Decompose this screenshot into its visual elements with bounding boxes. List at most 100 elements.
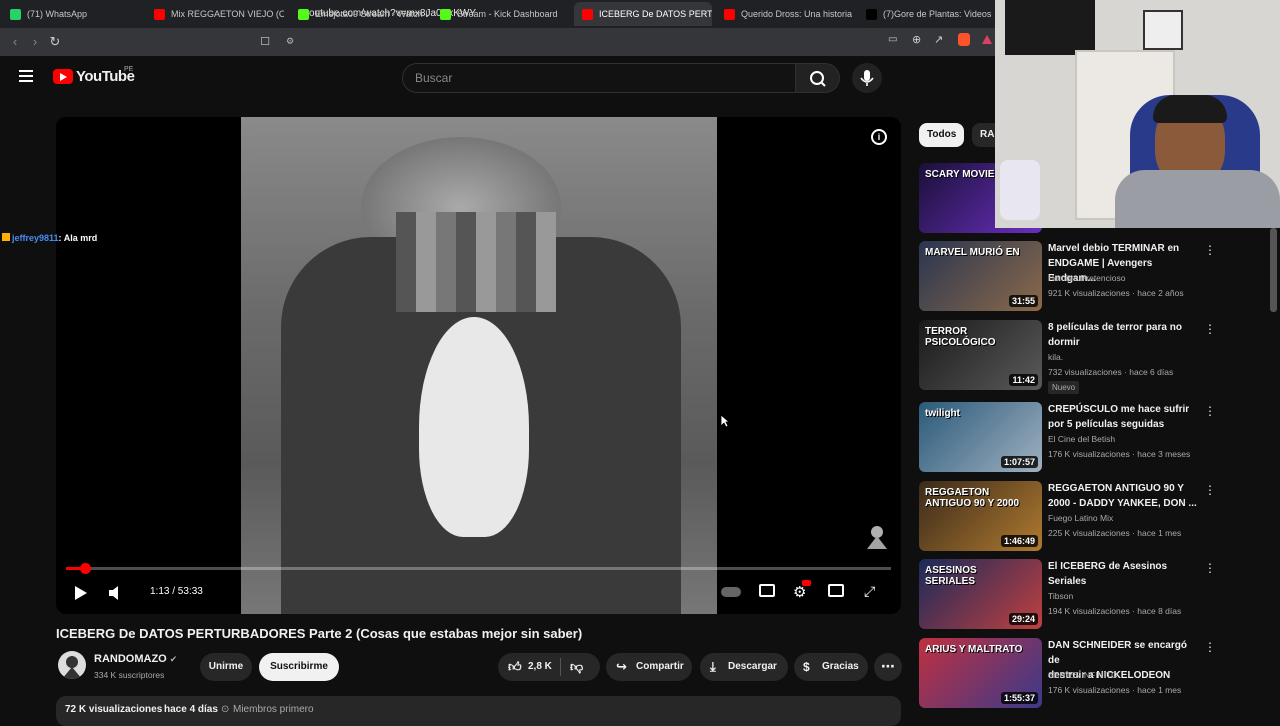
related-video[interactable]: TERROR PSICOLÓGICO 11:42 8 películas de te… (919, 320, 1219, 394)
menu-icon[interactable] (19, 70, 33, 82)
related-channel-name[interactable]: Tibson (1048, 591, 1073, 601)
related-channel-name[interactable]: kila. (1048, 352, 1063, 362)
more-options-icon[interactable]: ⋮ (1204, 322, 1216, 336)
reload-icon[interactable]: ↻ (46, 33, 64, 51)
back-icon[interactable]: ‹ (6, 33, 24, 51)
channel-text: Fuego Latino Mix (1048, 513, 1114, 523)
more-options-icon[interactable]: ⋮ (1204, 561, 1216, 575)
channel-avatar[interactable] (58, 651, 86, 679)
autoplay-toggle[interactable] (721, 587, 741, 597)
related-video[interactable]: ARIUS Y MALTRATO 1:55:37 DAN SCHNEIDER se … (919, 638, 1219, 712)
chicken (419, 317, 529, 537)
browser-tab[interactable]: Stream - Kick Dashboard (432, 2, 570, 26)
browser-tab[interactable]: (71) WhatsApp (2, 2, 140, 26)
channel-watermark[interactable] (864, 522, 890, 550)
like-dislike-group: 👍︎ 2,8 K 👎︎ (498, 653, 600, 681)
title-line: CREPÚSCULO me hace sufrir (1048, 404, 1190, 415)
progress-bar[interactable] (66, 563, 891, 574)
video-thumbnail[interactable]: ARIUS Y MALTRATO 1:55:37 (919, 638, 1042, 708)
chat-badge-icon (2, 233, 10, 241)
video-thumbnail[interactable]: REGGAETON ANTIGUO 90 Y 2000 1:46:49 (919, 481, 1042, 551)
voice-search-button[interactable] (852, 63, 882, 93)
video-thumbnail[interactable]: TERROR PSICOLÓGICO 11:42 (919, 320, 1042, 390)
video-thumbnail[interactable]: MARVEL MURIÓ EN 31:55 (919, 241, 1042, 311)
description-box[interactable]: 72 K visualizaciones hace 4 días ⊙ Miemb… (56, 696, 901, 726)
browser-tab[interactable]: Querido Dross: Una historia de (716, 2, 854, 26)
more-options-icon[interactable]: ⋮ (1204, 483, 1216, 497)
thanks-button[interactable]: $ Gracias (794, 653, 868, 681)
screen-cast-icon[interactable]: ▭ (888, 34, 897, 45)
search-input[interactable]: Buscar (402, 63, 796, 93)
brave-shield-icon[interactable] (958, 33, 970, 46)
join-button[interactable]: Unirme (200, 653, 252, 681)
related-channel-name[interactable]: Hombre Pretencioso (1048, 273, 1125, 283)
like-count: 2,8 K (528, 661, 552, 672)
video-thumbnail[interactable]: ASESINOS SERIALES 29:24 (919, 559, 1042, 629)
subscribe-button[interactable]: Suscribirme (259, 653, 339, 681)
video-meta: 194 K visualizaciones · hace 8 días (1048, 606, 1182, 616)
video-thumbnail[interactable]: twilight 1:07:57 (919, 402, 1042, 472)
related-channel-name[interactable]: Fuego Latino Mix (1048, 513, 1113, 523)
video-duration: 1:07:57 (1000, 456, 1038, 468)
chip-label: Todos (927, 129, 957, 140)
related-video[interactable]: twilight 1:07:57 CREPÚSCULO me hace sufrir… (919, 402, 1219, 476)
share-button[interactable]: ↪ Compartir (606, 653, 692, 681)
forward-icon[interactable]: › (26, 33, 44, 51)
bookmark-icon[interactable]: ☐ (256, 33, 274, 51)
video-player[interactable]: i 1:13 / 53:33 ⚙ ⤢ (56, 117, 901, 614)
more-options-icon[interactable]: ⋮ (1204, 404, 1216, 418)
streamer-shirt (1115, 170, 1280, 228)
channel-text: El Cine del Betish (1048, 434, 1116, 444)
video-frame (241, 117, 717, 614)
browser-tab[interactable]: Mix REGGAETON VIEJO (Old S (146, 2, 284, 26)
related-channel-name[interactable]: El Cine del Betish (1048, 434, 1115, 444)
brave-rewards-icon[interactable] (982, 35, 992, 44)
related-video-title[interactable]: CREPÚSCULO me hace sufrir por 5 películas… (1048, 402, 1198, 432)
title-line: REGGAETON ANTIGUO 90 Y (1048, 483, 1184, 494)
zoom-icon[interactable]: ⊕ (912, 33, 921, 46)
related-video-title[interactable]: 8 películas de terror para no dormir (1048, 320, 1198, 350)
youtube-logo[interactable]: YouTube (53, 68, 135, 85)
thumbnail-text: twilight (925, 408, 960, 419)
tab-label: Stream - Kick Dashboard (457, 9, 558, 19)
related-video[interactable]: MARVEL MURIÓ EN 31:55 Marvel debio TERMINA… (919, 241, 1219, 315)
fullscreen-icon[interactable]: ⤢ (864, 583, 875, 600)
scrollbar-thumb[interactable] (1270, 228, 1277, 312)
miniplayer-icon[interactable] (828, 584, 844, 597)
share-icon[interactable]: ↗ (934, 33, 943, 46)
play-button[interactable] (74, 585, 88, 606)
site-info-icon[interactable]: ⚙ (286, 36, 294, 47)
more-options-icon[interactable]: ⋮ (1204, 243, 1216, 257)
share-label: Compartir (636, 661, 684, 672)
related-video[interactable]: ASESINOS SERIALES 29:24 El ICEBERG de Ases… (919, 559, 1219, 633)
volume-button[interactable] (108, 585, 124, 606)
browser-tab[interactable]: ICEBERG De DATOS PERTU× (574, 2, 712, 26)
title-line: 2000 - DADDY YANKEE, DON ... (1048, 498, 1197, 509)
related-channel-name[interactable]: SERIES INFINITO (1048, 670, 1118, 680)
related-video[interactable]: REGGAETON ANTIGUO 90 Y 2000 1:46:49 REGGAE… (919, 481, 1219, 555)
progress-scrubber[interactable] (79, 563, 91, 574)
video-duration: 1:55:37 (1000, 692, 1038, 704)
chip-todos[interactable]: Todos (919, 123, 965, 147)
browser-tab[interactable]: Emejota09 Stream - Watch Live (290, 2, 428, 26)
related-video-title[interactable]: REGGAETON ANTIGUO 90 Y 2000 - DADDY YANKE… (1048, 481, 1198, 511)
title-line: Marvel debio TERMINAR en (1048, 243, 1180, 254)
download-icon: ⤓ (710, 659, 716, 674)
browser-tab[interactable]: (7)Gore de Plantas: Videos Imp (858, 2, 994, 26)
more-options-icon[interactable]: ⋮ (1204, 640, 1216, 654)
search-button[interactable] (796, 63, 840, 93)
download-button[interactable]: ⤓ Descargar (700, 653, 788, 681)
info-icon[interactable]: i (871, 129, 887, 145)
tab-label: (7)Gore de Plantas: Videos Imp (883, 9, 994, 19)
channel-name[interactable]: RANDOMAZO ✔ (94, 653, 177, 665)
tv-screen (1005, 0, 1095, 55)
video-meta: 176 K visualizaciones · hace 3 meses (1048, 449, 1191, 459)
more-actions-button[interactable]: ⋯ (874, 653, 902, 681)
related-video-title[interactable]: El ICEBERG de Asesinos Seriales (1048, 559, 1198, 589)
like-icon[interactable]: 👍︎ (508, 653, 522, 681)
subtitles-icon[interactable] (759, 584, 775, 597)
video-duration: 31:55 (1008, 295, 1038, 307)
dislike-icon[interactable]: 👎︎ (570, 653, 583, 681)
streamer-hair (1153, 95, 1227, 123)
mouse-cursor-icon (720, 414, 731, 433)
